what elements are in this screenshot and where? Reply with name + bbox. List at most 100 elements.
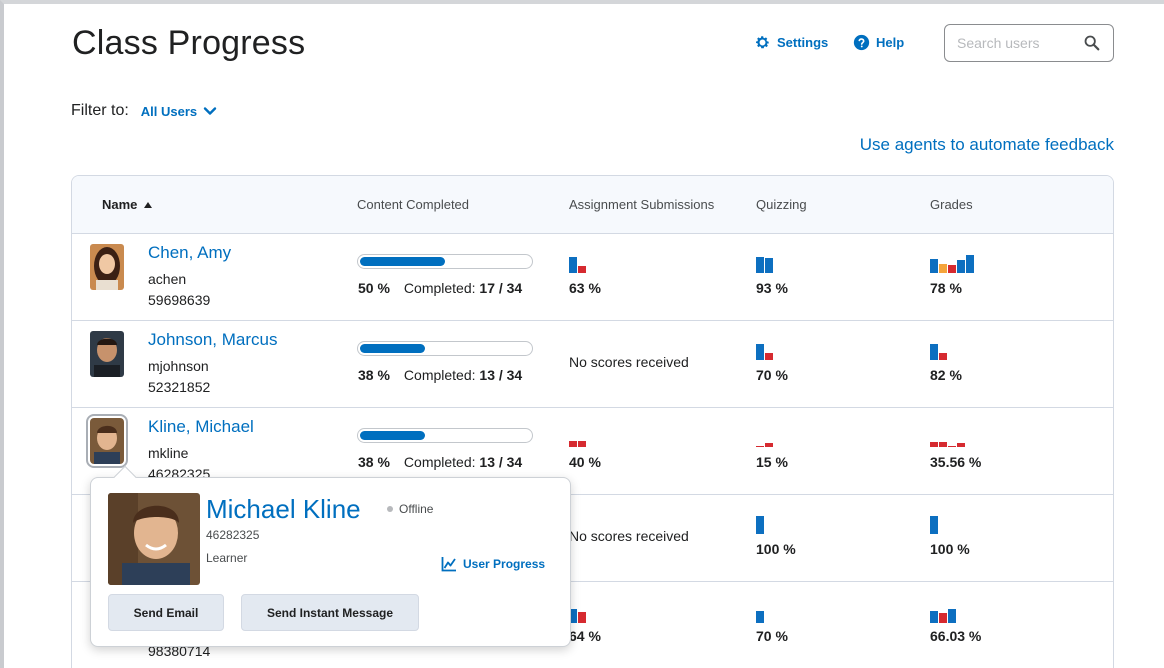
help-label: Help (876, 35, 905, 50)
help-link[interactable]: Help (853, 34, 904, 51)
quizzing-minichart[interactable] (756, 342, 773, 360)
sort-ascending-icon (144, 201, 153, 208)
content-progress-bar (357, 341, 533, 356)
completed-count: Completed: 17 / 34 (404, 280, 522, 296)
user-username: mjohnson (148, 358, 209, 374)
content-progress-bar (357, 254, 533, 269)
quizzing-minichart[interactable] (756, 429, 773, 447)
assignment-no-scores: No scores received (569, 354, 689, 370)
search-icon[interactable] (1083, 34, 1101, 52)
quizzing-minichart[interactable] (756, 516, 764, 534)
chevron-down-icon (203, 107, 217, 115)
user-username: mkline (148, 445, 189, 461)
grades-minichart[interactable] (930, 342, 947, 360)
presence-status: Offline (387, 502, 433, 516)
quizzing-score: 100 % (756, 541, 796, 557)
assignment-score: 64 % (569, 628, 601, 644)
column-grades: Grades (930, 197, 973, 212)
gear-icon (756, 36, 769, 49)
app-window: Class Progress Settings Help Filter to: … (0, 0, 1164, 668)
completed-value: 13 / 34 (479, 367, 523, 383)
content-percent: 50 % (358, 280, 390, 296)
content-progress-bar (357, 428, 533, 443)
grades-minichart[interactable] (930, 516, 938, 534)
filter-bar: Filter to: All Users (71, 102, 217, 120)
user-org-id: 52321852 (148, 379, 211, 395)
assignment-minichart[interactable] (569, 429, 586, 447)
grades-score: 66.03 % (930, 628, 982, 644)
content-progress-fill (360, 431, 425, 440)
avatar[interactable] (90, 244, 124, 290)
popup-org-id: 46282325 (206, 528, 260, 542)
table-row: Chen, Amy achen 59698639 50 % Completed:… (72, 234, 1113, 321)
status-label: Offline (399, 502, 434, 516)
content-progress-text: 38 % Completed: 13 / 34 (358, 367, 522, 383)
settings-link[interactable]: Settings (754, 34, 828, 51)
line-chart-icon (441, 557, 456, 572)
content-percent: 38 % (358, 367, 390, 383)
send-email-button[interactable]: Send Email (108, 594, 224, 631)
completed-label: Completed: (403, 280, 476, 296)
popup-user-name[interactable]: Michael Kline (206, 494, 361, 525)
popup-avatar (108, 493, 200, 585)
user-username: achen (148, 271, 187, 287)
user-profile-popup: Michael Kline Offline 46282325 Learner U… (90, 465, 571, 647)
user-progress-link[interactable]: User Progress (441, 556, 545, 572)
avatar[interactable] (90, 331, 124, 377)
assignment-score: 40 % (569, 454, 601, 470)
column-assignment-submissions: Assignment Submissions (569, 197, 715, 212)
grades-score: 100 % (930, 541, 970, 557)
content-percent: 38 % (358, 454, 390, 470)
user-photo (90, 244, 124, 290)
content-progress-text: 50 % Completed: 17 / 34 (358, 280, 522, 296)
completed-count: Completed: 13 / 34 (404, 367, 522, 383)
settings-label: Settings (777, 35, 829, 50)
column-name[interactable]: Name (102, 197, 153, 212)
quizzing-score: 70 % (756, 628, 788, 644)
user-progress-label: User Progress (463, 557, 546, 571)
quizzing-score: 93 % (756, 280, 788, 296)
completed-value: 17 / 34 (479, 280, 523, 296)
completed-label: Completed: (403, 454, 476, 470)
completed-value: 13 / 34 (479, 454, 523, 470)
quizzing-minichart[interactable] (756, 255, 773, 273)
help-icon (853, 34, 870, 51)
quizzing-score: 70 % (756, 367, 788, 383)
search-box (944, 24, 1114, 62)
grades-score: 82 % (930, 367, 962, 383)
page-title: Class Progress (72, 24, 306, 62)
filter-dropdown[interactable]: All Users (141, 104, 217, 119)
user-photo (108, 493, 200, 585)
grades-score: 78 % (930, 280, 962, 296)
user-name-link[interactable]: Johnson, Marcus (148, 330, 277, 350)
grades-minichart[interactable] (930, 605, 956, 623)
assignment-minichart[interactable] (569, 605, 586, 623)
table-header: Name Content Completed Assignment Submis… (72, 176, 1113, 234)
assignment-score: 63 % (569, 280, 601, 296)
grades-minichart[interactable] (930, 429, 965, 447)
content-progress-fill (360, 257, 445, 266)
agents-link[interactable]: Use agents to automate feedback (860, 135, 1114, 155)
avatar[interactable] (86, 414, 128, 468)
column-quizzing: Quizzing (756, 197, 807, 212)
table-row: Johnson, Marcus mjohnson 52321852 38 % C… (72, 321, 1113, 408)
content-progress-text: 38 % Completed: 13 / 34 (358, 454, 522, 470)
send-instant-message-button[interactable]: Send Instant Message (241, 594, 419, 631)
grades-score: 35.56 % (930, 454, 982, 470)
grades-minichart[interactable] (930, 255, 974, 273)
user-org-id: 59698639 (148, 292, 211, 308)
user-photo (90, 331, 124, 377)
user-name-link[interactable]: Chen, Amy (148, 243, 231, 263)
content-progress-fill (360, 344, 425, 353)
completed-count: Completed: 13 / 34 (404, 454, 522, 470)
column-name-label: Name (102, 197, 138, 212)
assignment-no-scores: No scores received (569, 528, 689, 544)
user-photo (90, 418, 124, 464)
search-input[interactable] (957, 35, 1083, 51)
quizzing-minichart[interactable] (756, 605, 764, 623)
assignment-minichart[interactable] (569, 255, 586, 273)
filter-value: All Users (140, 103, 198, 119)
quizzing-score: 15 % (756, 454, 788, 470)
popup-role: Learner (206, 551, 248, 565)
user-name-link[interactable]: Kline, Michael (148, 417, 254, 437)
